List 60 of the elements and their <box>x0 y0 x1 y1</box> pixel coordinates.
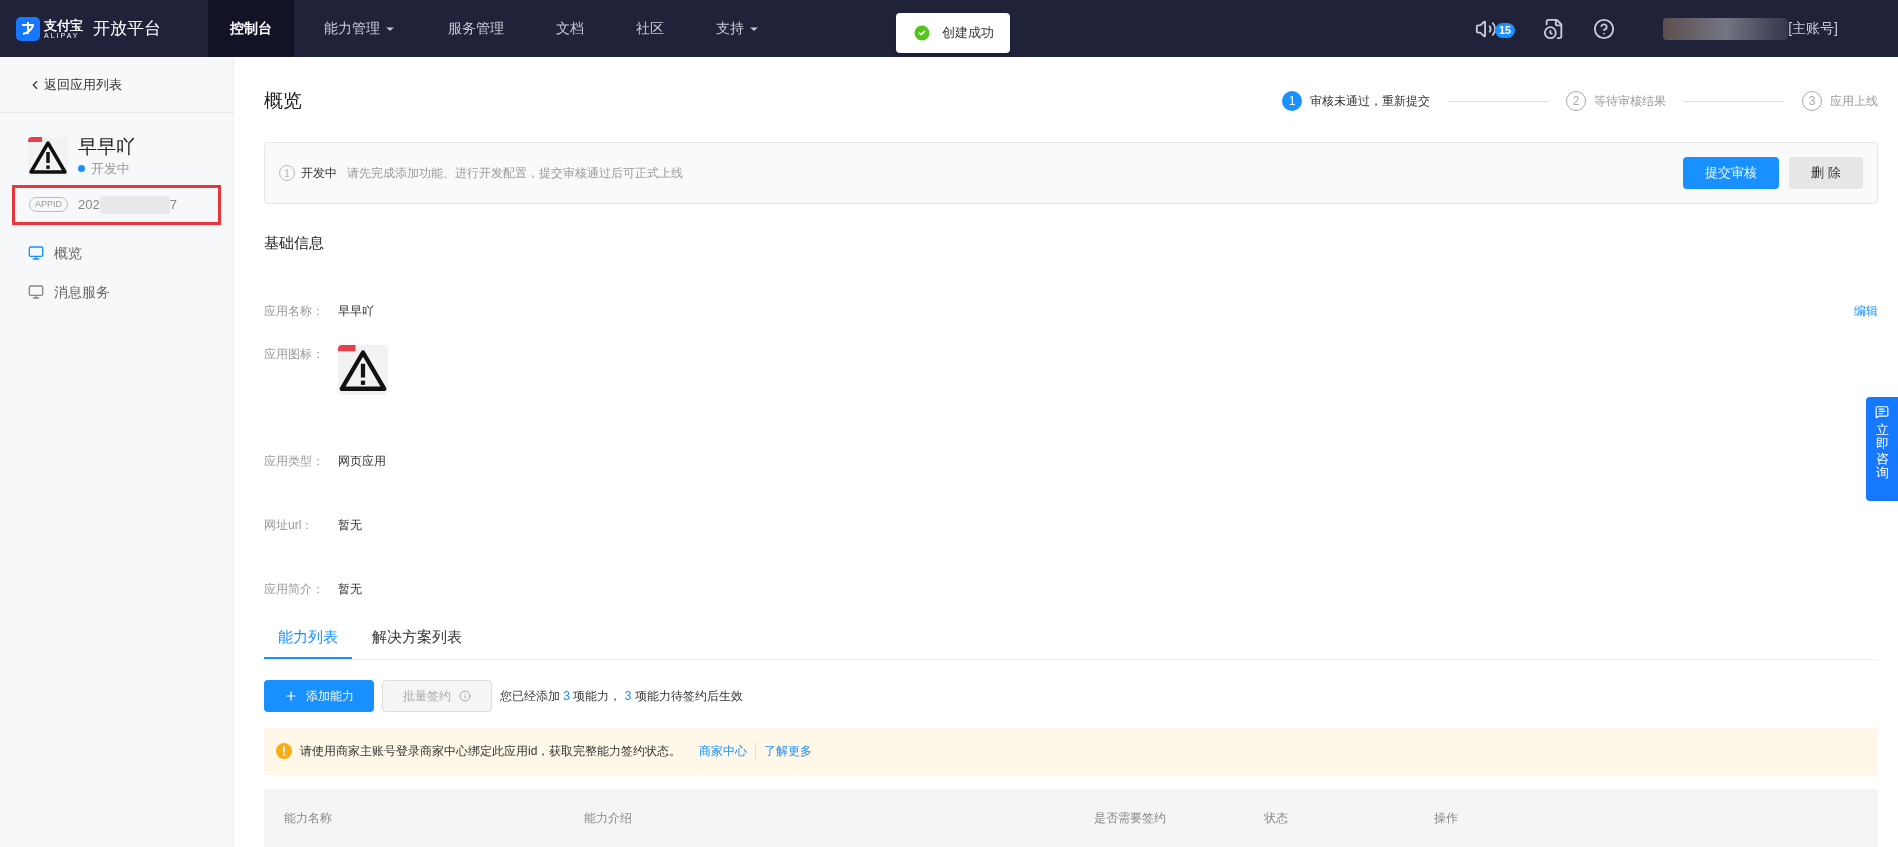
success-icon <box>912 23 932 43</box>
field-label: 应用类型： <box>264 452 324 470</box>
app-name: 早早吖 <box>78 135 135 159</box>
section-title: 基础信息 <box>264 233 324 254</box>
field-label: 网址url： <box>264 516 315 534</box>
step-label: 等待审核结果 <box>1594 93 1666 110</box>
step-label: 审核未通过，重新提交 <box>1310 93 1430 110</box>
column-header: 能力介绍 <box>584 809 633 827</box>
banner-link[interactable]: 了解更多 <box>764 742 813 761</box>
notice-status: 开发中 <box>301 165 337 183</box>
brand-name: 支付宝 <box>44 18 83 32</box>
chat-bubble-icon <box>1875 405 1889 419</box>
help-icon[interactable] <box>1593 17 1616 40</box>
field-value: 早早吖 <box>338 302 374 320</box>
tab[interactable]: 解决方案列表 <box>358 626 476 659</box>
alipay-logo-icon <box>16 16 40 41</box>
field-value: 暂无 <box>338 516 362 534</box>
consult-button[interactable]: 立即咨询 <box>1866 397 1898 501</box>
edit-link[interactable]: 编辑 <box>1854 301 1878 320</box>
info-icon <box>459 689 471 702</box>
step-label: 应用上线 <box>1830 93 1878 110</box>
sidebar-item[interactable]: 消息服务 <box>28 281 233 303</box>
nav-menu-item[interactable]: 能力管理 <box>302 0 418 57</box>
field-value: 网页应用 <box>338 452 386 470</box>
field-label: 应用名称： <box>264 302 324 320</box>
nav-menu-item[interactable]: 支持 <box>694 0 782 57</box>
account-role: [主账号] <box>1788 19 1838 38</box>
page-title: 概览 <box>264 89 302 113</box>
product-name: 开放平台 <box>93 17 161 40</box>
field-label: 应用图标： <box>264 345 324 363</box>
step-number: 1 <box>1282 91 1302 111</box>
app-status: 开发中 <box>91 160 130 178</box>
notification-badge: 15 <box>1494 23 1516 38</box>
app-warning-icon <box>28 136 68 177</box>
sidebar-item[interactable]: 概览 <box>28 242 233 264</box>
app-warning-icon <box>338 344 388 395</box>
tab[interactable]: 能力列表 <box>264 626 352 659</box>
field-label: 应用简介： <box>264 580 324 598</box>
nav-menu-item[interactable]: 控制台 <box>208 0 294 57</box>
notice-message: 请先完成添加功能、进行开发配置，提交审核通过后可正式上线 <box>347 165 683 183</box>
plus-icon <box>284 688 298 703</box>
nav-menu-item[interactable]: 服务管理 <box>426 0 526 57</box>
capability-summary: 您已经添加 3 项能力， 3 项能力待签约后生效 <box>500 687 743 705</box>
banner-link[interactable]: 商家中心 <box>699 742 748 761</box>
delete-button[interactable]: 删 除 <box>1789 157 1863 190</box>
appid-end: 7 <box>169 195 177 214</box>
nav-menu-item[interactable]: 文档 <box>534 0 606 57</box>
back-link[interactable]: 返回应用列表 <box>28 74 122 95</box>
column-header: 状态 <box>1264 809 1289 827</box>
column-header: 操作 <box>1434 809 1459 827</box>
nav-menu-item[interactable]: 社区 <box>614 0 686 57</box>
warning-icon <box>276 743 292 760</box>
field-value: 暂无 <box>338 580 362 598</box>
add-capability-button[interactable]: 添加能力 <box>264 679 374 712</box>
toast-message: 创建成功 <box>942 24 994 43</box>
column-header: 是否需要签约 <box>1094 809 1167 827</box>
warning-message: 请使用商家主账号登录商家中心绑定此应用id，获取完整能力签约状态。 <box>300 743 682 761</box>
submit-review-button[interactable]: 提交审核 <box>1683 157 1780 190</box>
column-header: 能力名称 <box>284 809 333 827</box>
appid-start: 202 <box>78 195 100 214</box>
